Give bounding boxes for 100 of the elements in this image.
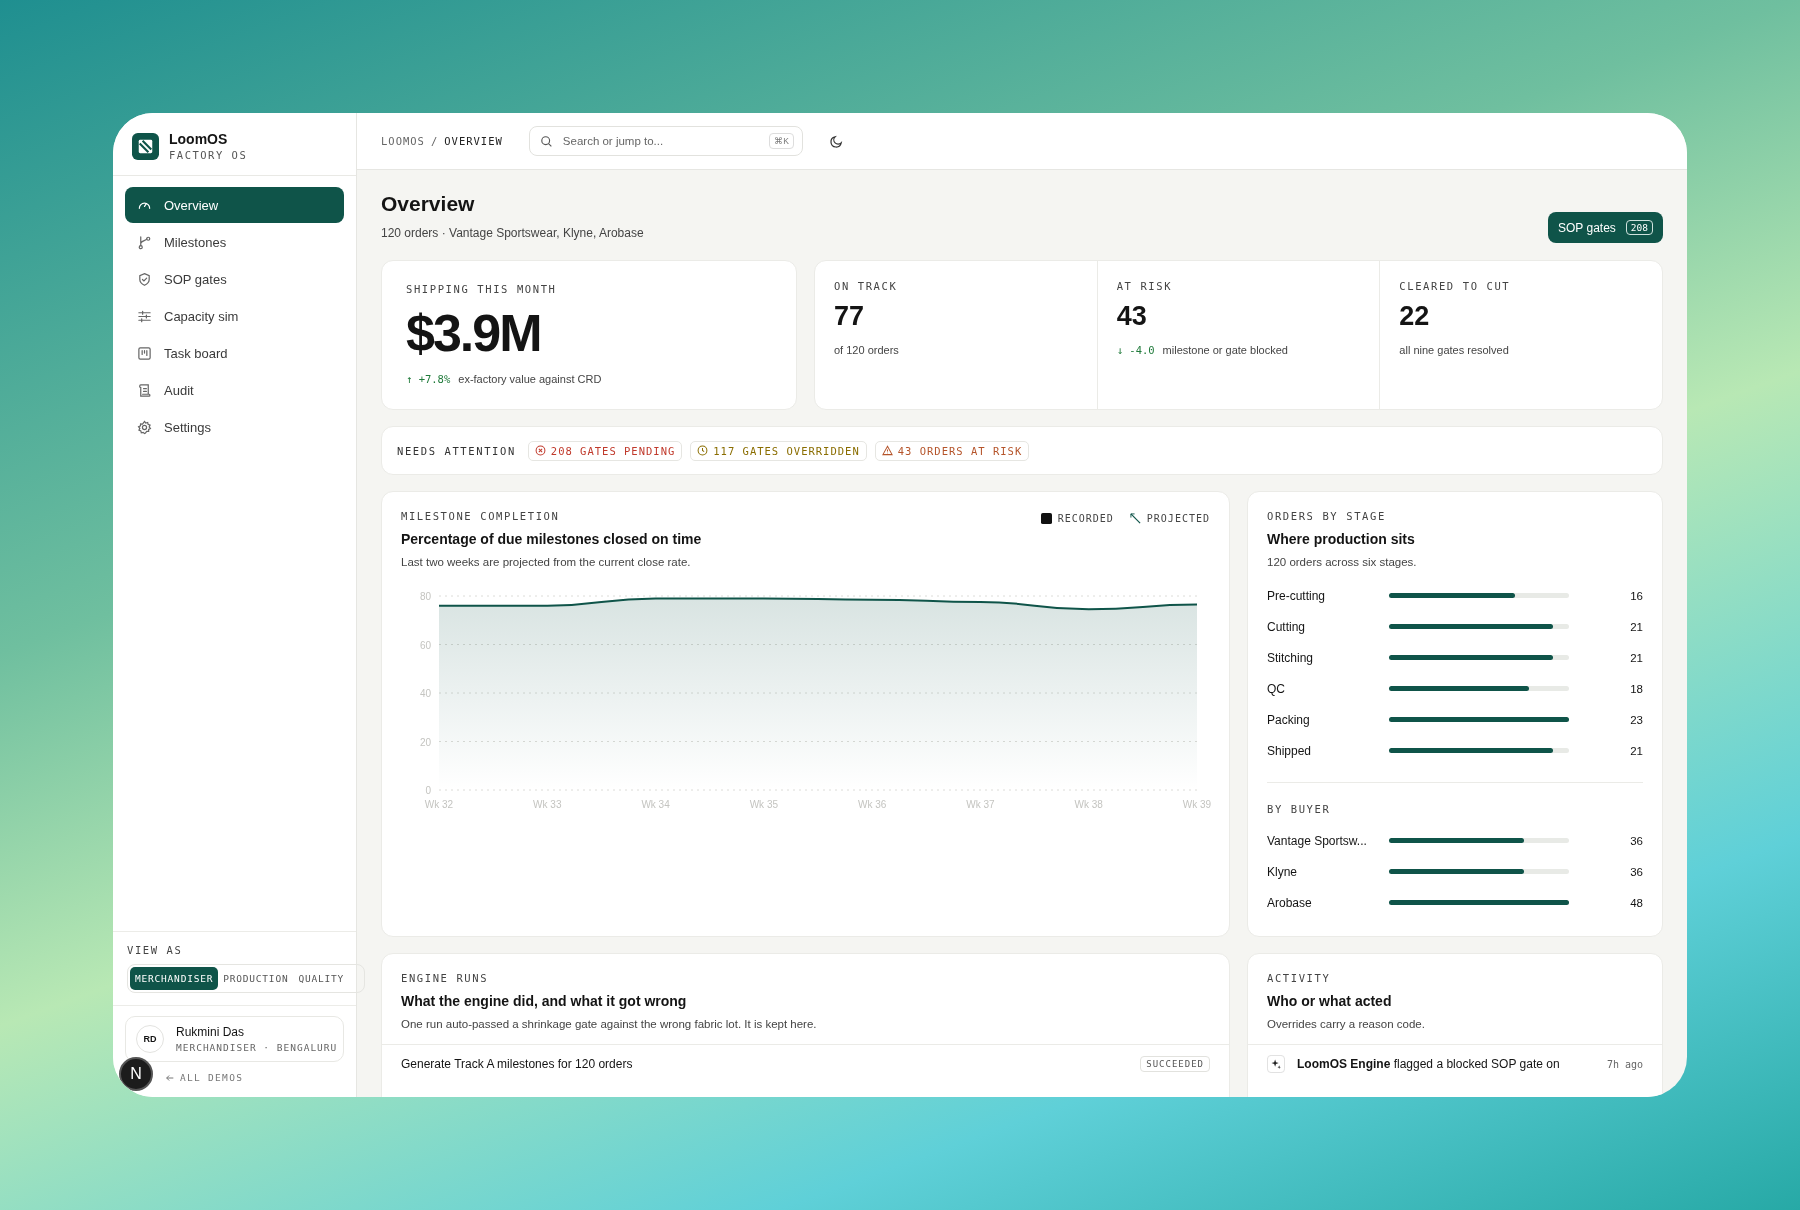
all-demos-link[interactable]: ALL DEMOS [165, 1072, 244, 1083]
dev-tools-badge[interactable]: N [119, 1057, 153, 1091]
clock-icon [697, 445, 709, 456]
x-tick-label: Wk 36 [857, 799, 887, 810]
kpi-value: 43 [1116, 301, 1148, 332]
section-label: BY BUYER [1267, 803, 1332, 815]
kpi-delta: ↓ -4.0 [1116, 344, 1155, 356]
y-tick-label: 80 [419, 591, 431, 602]
stage-count: 23 [1629, 713, 1643, 726]
moon-icon[interactable] [828, 133, 844, 149]
alert-chip[interactable]: 117 GATES OVERRIDDEN [690, 440, 867, 461]
kpi-label: CLEARED TO CUT [1399, 280, 1512, 292]
alert-chip[interactable]: 43 ORDERS AT RISK [874, 440, 1030, 461]
status-badge: SUCCEEDED [1140, 1056, 1210, 1072]
scroll-icon [137, 382, 152, 398]
search-box[interactable]: Search or jump to... ⌘K [528, 126, 803, 156]
x-tick-label: Wk 35 [749, 799, 779, 810]
nav-item[interactable]: Milestones [125, 224, 344, 260]
attention-label: NEEDS ATTENTION [397, 444, 516, 457]
kpi-note: all nine gates resolved [1399, 344, 1509, 356]
legend-label: RECORDED [1057, 513, 1114, 524]
sop-gates-button[interactable]: SOP gates 208 [1548, 212, 1663, 243]
brand-name: LoomOS [169, 131, 229, 147]
buyer-count: 48 [1629, 896, 1643, 909]
activity-time: 7h ago [1606, 1058, 1643, 1070]
role-option[interactable]: QUALITY [293, 967, 350, 990]
sparkle-icon [1267, 1055, 1285, 1073]
stage-label: Shipped [1267, 743, 1313, 758]
stage-label: Cutting [1267, 619, 1307, 634]
role-option[interactable]: PRODUCTION [218, 967, 294, 990]
x-tick-label: Wk 39 [1182, 799, 1212, 810]
nav-item[interactable]: Overview [125, 187, 344, 223]
stage-label: Stitching [1267, 650, 1315, 665]
user-role: MERCHANDISER · BENGALURU [176, 1042, 338, 1053]
y-tick-label: 40 [419, 688, 431, 699]
buyer-label: Arobase [1267, 895, 1313, 910]
breadcrumb-separator: / [430, 135, 439, 147]
card-eyebrow: ENGINE RUNS [401, 972, 490, 984]
x-tick-label: Wk 33 [533, 799, 562, 810]
user-name: Rukmini Das [176, 1025, 245, 1039]
search-field[interactable]: Search or jump to... [560, 134, 762, 148]
settings-icon [137, 419, 152, 435]
board-icon [137, 345, 152, 361]
card-eyebrow: MILESTONE COMPLETION [401, 510, 561, 522]
card-description: One run auto-passed a shrinkage gate against the wrong fabric lot. It is kept here. [401, 1018, 818, 1030]
card-title: What the engine did, and what it got wrong [401, 993, 688, 1009]
activity-text: LoomOS Engine flagged a blocked SOP gate on [1297, 1057, 1561, 1071]
buyer-count: 36 [1629, 834, 1643, 847]
sliders-icon [137, 308, 152, 324]
card-title: Percentage of due milestones closed on time [401, 531, 702, 547]
shortcut-hint: ⌘K [769, 133, 794, 149]
legend-label: PROJECTED [1146, 513, 1210, 524]
kpi-value: 77 [834, 301, 866, 332]
kpi-note: milestone or gate blocked [1162, 344, 1288, 356]
stage-count: 21 [1629, 744, 1643, 757]
x-tick-label: Wk 37 [966, 799, 995, 810]
y-tick-label: 0 [425, 785, 431, 796]
view-as-label: VIEW AS [127, 944, 184, 956]
logo-icon [132, 132, 159, 160]
buyer-label: Vantage Sportsw... [1267, 833, 1368, 848]
role-option[interactable]: MERCHANDISER [130, 967, 219, 990]
page-subtitle: 120 orders · Vantage Sportswear, Klyne, Arobase [381, 226, 644, 240]
card-title: Where production sits [1267, 531, 1416, 547]
kpi-label: AT RISK [1116, 280, 1174, 292]
stage-label: Pre-cutting [1267, 588, 1327, 603]
stage-count: 21 [1629, 651, 1643, 664]
breadcrumb-item[interactable]: LOOMOS [381, 135, 425, 147]
nav-item[interactable]: Capacity sim [125, 298, 344, 334]
shield-icon [137, 271, 152, 287]
kpi-note: ex-factory value against CRD [458, 373, 602, 385]
brand-subtitle: FACTORY OS [169, 149, 248, 161]
y-tick-label: 20 [419, 736, 431, 748]
legend-swatch [1129, 513, 1141, 524]
stage-count: 16 [1629, 589, 1643, 602]
card-description: Last two weeks are projected from the current close rate. [401, 556, 692, 568]
alert-chip[interactable]: 208 GATES PENDING [527, 440, 683, 461]
x-circle-icon [534, 445, 546, 456]
stage-label: Packing [1267, 712, 1311, 727]
card-description: 120 orders across six stages. [1267, 556, 1418, 568]
stage-label: QC [1267, 681, 1286, 696]
kpi-value: 22 [1399, 301, 1431, 332]
run-title[interactable]: Generate Track A milestones for 120 orders [401, 1057, 633, 1071]
kpi-label: ON TRACK [834, 280, 899, 292]
card-description: Overrides carry a reason code. [1267, 1018, 1426, 1030]
card-eyebrow: ACTIVITY [1267, 972, 1332, 984]
x-tick-label: Wk 32 [424, 799, 454, 810]
card-title: Who or what acted [1267, 993, 1393, 1009]
arrow-left-icon [165, 1072, 175, 1083]
branch-icon [137, 234, 152, 250]
buyer-count: 36 [1629, 865, 1643, 878]
card-eyebrow: ORDERS BY STAGE [1267, 510, 1387, 522]
nav-item[interactable]: Audit [125, 372, 344, 408]
nav-item[interactable]: SOP gates [125, 261, 344, 297]
page-title: Overview [381, 192, 476, 216]
y-tick-label: 60 [419, 639, 431, 651]
kpi-value: $3.9M [406, 303, 542, 363]
nav-item[interactable]: Settings [125, 409, 344, 445]
buyer-label: Klyne [1267, 864, 1299, 879]
kpi-note: of 120 orders [834, 344, 899, 356]
nav-item[interactable]: Task board [125, 335, 344, 371]
